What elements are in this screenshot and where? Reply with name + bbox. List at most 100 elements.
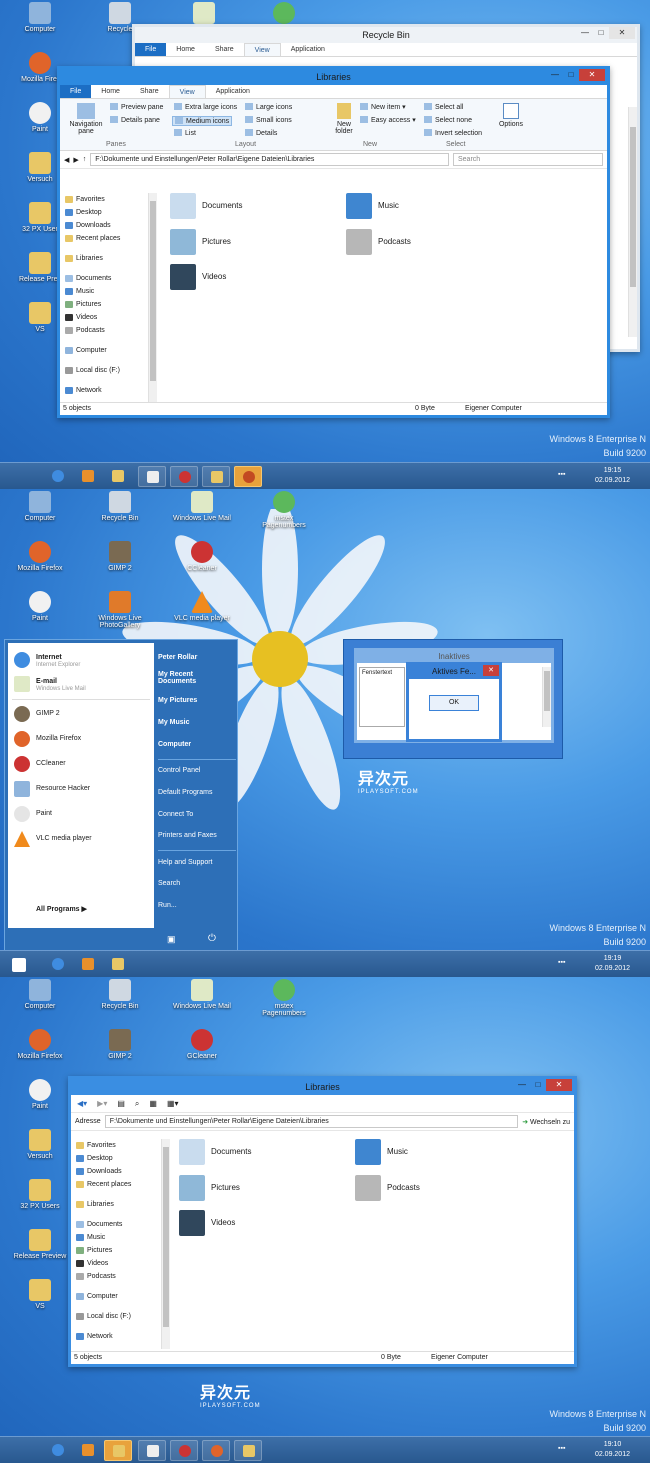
nav-favorites[interactable]: Favorites — [71, 1139, 167, 1152]
tab-view[interactable]: View — [168, 85, 206, 98]
nav-downloads[interactable]: Downloads — [60, 219, 156, 232]
nav-documents[interactable]: Documents — [71, 1218, 167, 1231]
nav-computer[interactable]: Computer — [60, 344, 156, 357]
program-gimp[interactable]: GIMP 2 — [12, 703, 152, 725]
nav-videos[interactable]: Videos — [60, 311, 156, 324]
maximize-button[interactable]: □ — [593, 27, 609, 39]
select-all-button[interactable]: Select all — [424, 103, 463, 111]
tab-file[interactable]: File — [135, 43, 167, 56]
desktop-icon-release[interactable]: Release Preview — [8, 1229, 72, 1260]
new-item-button[interactable]: New item ▾ — [360, 103, 406, 111]
library-videos[interactable]: Videos — [170, 264, 226, 290]
library-podcasts[interactable]: Podcasts — [346, 229, 411, 255]
nav-videos[interactable]: Videos — [71, 1257, 167, 1270]
start-my-pictures[interactable]: My Pictures — [158, 697, 197, 704]
desktop-icon-live-mail[interactable]: Windows Live Mail — [170, 979, 234, 1010]
details-option[interactable]: Details — [245, 129, 277, 137]
clock[interactable]: 19:15 02.09.2012 — [595, 466, 630, 486]
nav-local-disc[interactable]: Local disc (F:) — [60, 364, 156, 377]
nav-desktop[interactable]: Desktop — [71, 1152, 167, 1165]
taskbar-ie[interactable] — [44, 1440, 72, 1461]
scroll-thumb[interactable] — [630, 127, 636, 287]
desktop-icon-live-mail[interactable]: Windows Live Mail — [170, 491, 234, 522]
details-pane-button[interactable]: Details pane — [110, 116, 160, 124]
easy-access-button[interactable]: Easy access ▾ — [360, 116, 416, 124]
desktop-icon-pagenumbers[interactable]: mstex Pagenumbers — [252, 979, 316, 1017]
desktop-icon-mail[interactable] — [172, 2, 236, 26]
search-input[interactable]: Search — [453, 153, 603, 166]
start-user-name[interactable]: Peter Rollar — [158, 654, 197, 661]
tab-application[interactable]: Application — [206, 85, 260, 98]
desktop-icon-pagenumbers[interactable]: mstex Pagenumbers — [252, 491, 316, 529]
desktop-icon-recycle-bin[interactable]: Recycle Bin — [88, 491, 152, 522]
desktop-icon-firefox[interactable]: Mozilla Firefox — [8, 541, 72, 572]
nav-pictures[interactable]: Pictures — [71, 1244, 167, 1257]
desktop-icon-photogallery[interactable]: Windows Live PhotoGallery — [88, 591, 152, 629]
nav-network[interactable]: Network — [71, 1330, 167, 1343]
go-button[interactable]: ➜ Wechseln zu — [522, 1118, 570, 1126]
taskbar-firefox[interactable] — [234, 466, 262, 487]
tab-file[interactable]: File — [60, 85, 92, 98]
nav-downloads[interactable]: Downloads — [71, 1165, 167, 1178]
start-recent-documents[interactable]: My Recent Documents — [158, 671, 228, 685]
taskbar-ie[interactable] — [44, 954, 72, 975]
forward-arrow-icon[interactable]: ▶ — [73, 156, 78, 164]
program-resource-hacker[interactable]: Resource Hacker — [12, 778, 152, 800]
desktop-icon-paint[interactable]: Paint — [8, 1079, 72, 1110]
nav-computer[interactable]: Computer — [71, 1290, 167, 1303]
small-icons-option[interactable]: Small icons — [245, 116, 292, 124]
extra-large-icons-option[interactable]: Extra large icons — [174, 103, 237, 111]
library-documents[interactable]: Documents — [170, 193, 242, 219]
up-arrow-icon[interactable]: ↑ — [83, 156, 87, 163]
nav-recent[interactable]: Recent places — [71, 1178, 167, 1191]
text-area[interactable]: Fenstertext — [359, 667, 405, 727]
address-bar[interactable]: F:\Dokumente und Einstellungen\Peter Rol… — [104, 1115, 519, 1128]
pinned-email[interactable]: E-mail Windows Live Mail — [12, 673, 152, 695]
system-tray[interactable]: ▪▪▪ — [558, 1445, 582, 1455]
library-pictures[interactable]: Pictures — [170, 229, 231, 255]
ok-button[interactable]: OK — [429, 695, 479, 711]
recycle-bin-titlebar[interactable]: Recycle Bin — □ ✕ — [135, 27, 637, 43]
list-option[interactable]: List — [174, 129, 196, 137]
medium-icons-option[interactable]: Medium icons — [172, 116, 233, 126]
minimize-button[interactable]: — — [514, 1079, 530, 1091]
libraries-window[interactable]: Libraries — □ ✕ File Home Share View App… — [57, 66, 610, 418]
taskbar-explorer[interactable] — [104, 1440, 132, 1461]
nav-music[interactable]: Music — [60, 285, 156, 298]
active-titlebar[interactable]: Aktives Fe... ✕ — [409, 665, 499, 679]
pinned-internet[interactable]: Internet Internet Explorer — [12, 649, 152, 671]
library-documents[interactable]: Documents — [179, 1139, 251, 1165]
system-tray[interactable]: ▪▪▪ — [558, 959, 582, 969]
start-run[interactable]: Run... — [158, 902, 177, 909]
up-folder-icon[interactable]: ▤ — [117, 1099, 125, 1108]
recycle-scrollbar[interactable] — [628, 107, 637, 337]
tab-share[interactable]: Share — [130, 85, 169, 98]
options-button[interactable]: Options — [496, 103, 526, 128]
taskbar-media[interactable] — [74, 1440, 102, 1461]
library-music[interactable]: Music — [346, 193, 399, 219]
lock-icon[interactable]: ▣ — [167, 934, 176, 945]
taskbar-folder[interactable] — [202, 466, 230, 487]
desktop-icon-computer[interactable]: Computer — [8, 2, 72, 33]
nav-podcasts[interactable]: Podcasts — [71, 1270, 167, 1283]
taskbar-ccleaner[interactable] — [170, 1440, 198, 1461]
power-icon[interactable]: ⏻ — [208, 933, 216, 944]
back-button[interactable]: ◀▾ — [77, 1099, 87, 1108]
start-computer[interactable]: Computer — [158, 741, 191, 748]
tab-share[interactable]: Share — [205, 43, 244, 56]
nav-scrollbar[interactable] — [148, 193, 157, 403]
forward-button[interactable]: ▶▾ — [97, 1099, 107, 1108]
select-none-button[interactable]: Select none — [424, 116, 472, 124]
clock[interactable]: 19:19 02.09.2012 — [595, 954, 630, 974]
start-control-panel[interactable]: Control Panel — [158, 767, 200, 774]
taskbar-paint[interactable] — [138, 466, 166, 487]
taskbar-media[interactable] — [74, 466, 102, 487]
taskbar-paint[interactable] — [138, 1440, 166, 1461]
minimize-button[interactable]: — — [577, 27, 593, 39]
back-arrow-icon[interactable]: ◀ — [64, 156, 69, 164]
library-pictures[interactable]: Pictures — [179, 1175, 240, 1201]
libraries-titlebar[interactable]: Libraries — □ ✕ — [71, 1079, 574, 1095]
desktop-icon-gimp[interactable]: GIMP 2 — [88, 541, 152, 572]
taskbar-media[interactable] — [74, 954, 102, 975]
system-tray[interactable]: ▪▪▪ — [558, 471, 582, 481]
